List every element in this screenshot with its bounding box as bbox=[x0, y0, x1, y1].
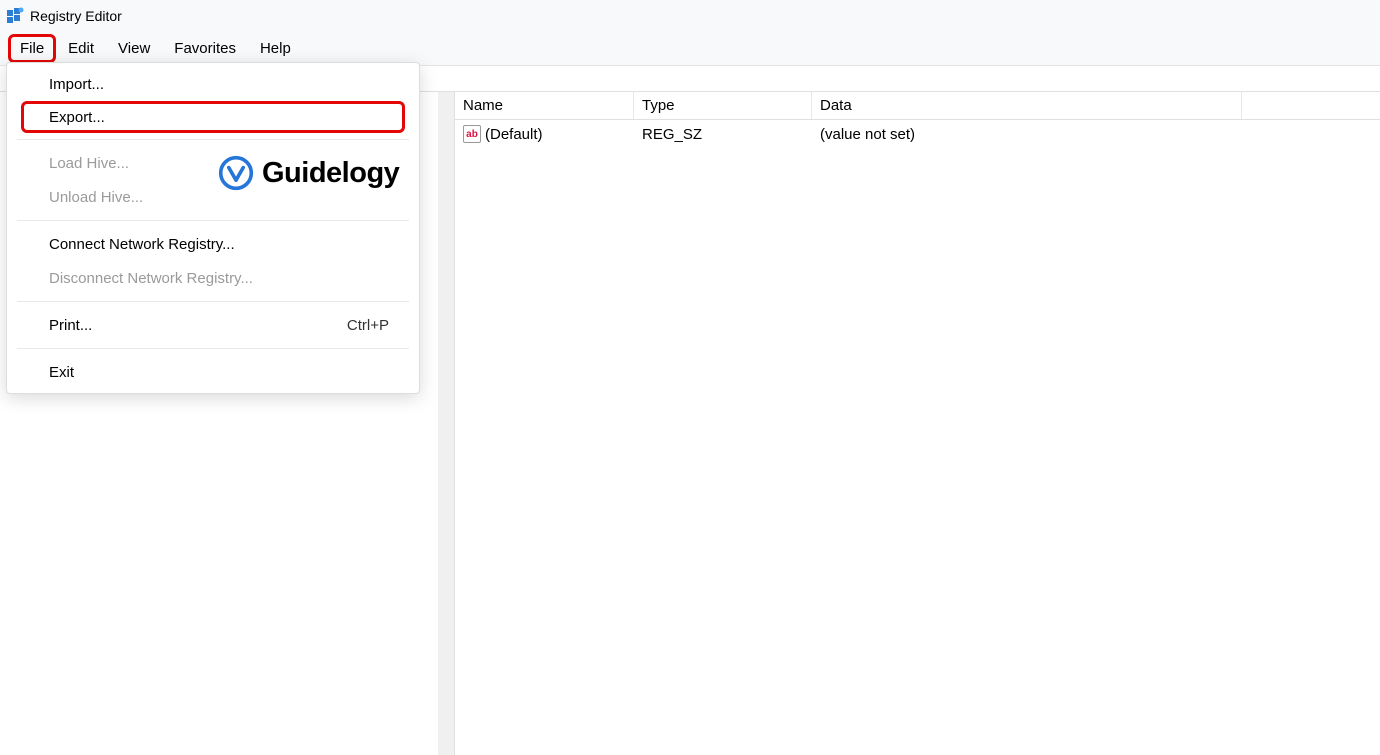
list-header: Name Type Data bbox=[455, 92, 1380, 120]
menu-item-unload-hive: Unload Hive... bbox=[7, 180, 419, 214]
cell-data: (value not set) bbox=[812, 120, 1242, 148]
menu-help[interactable]: Help bbox=[248, 34, 303, 63]
menu-separator bbox=[17, 348, 409, 349]
menu-item-load-hive: Load Hive... bbox=[7, 146, 419, 180]
list-panel: Name Type Data ab (Default) REG_SZ (valu… bbox=[455, 92, 1380, 755]
menu-separator bbox=[17, 301, 409, 302]
cell-name: ab (Default) bbox=[455, 120, 634, 148]
title-bar: Registry Editor bbox=[0, 0, 1380, 32]
app-title: Registry Editor bbox=[30, 8, 122, 24]
cell-type: REG_SZ bbox=[634, 120, 812, 148]
tree-scrollbar[interactable] bbox=[438, 92, 454, 755]
col-header-name[interactable]: Name bbox=[455, 92, 634, 119]
menu-item-export[interactable]: Export... bbox=[21, 101, 405, 133]
print-shortcut: Ctrl+P bbox=[347, 317, 389, 334]
menu-separator bbox=[17, 139, 409, 140]
cell-name-text: (Default) bbox=[485, 126, 543, 143]
menu-item-import[interactable]: Import... bbox=[7, 67, 419, 101]
menu-file[interactable]: File bbox=[8, 34, 56, 63]
regedit-icon bbox=[6, 7, 24, 25]
menu-item-disconnect: Disconnect Network Registry... bbox=[7, 261, 419, 295]
menu-favorites[interactable]: Favorites bbox=[162, 34, 248, 63]
string-value-icon: ab bbox=[463, 125, 481, 143]
col-header-data[interactable]: Data bbox=[812, 92, 1242, 119]
menu-bar: File Edit View Favorites Help bbox=[0, 32, 1380, 66]
menu-item-print[interactable]: Print... Ctrl+P bbox=[7, 308, 419, 342]
menu-separator bbox=[17, 220, 409, 221]
menu-item-exit[interactable]: Exit bbox=[7, 355, 419, 389]
table-row[interactable]: ab (Default) REG_SZ (value not set) bbox=[455, 120, 1380, 148]
menu-edit[interactable]: Edit bbox=[56, 34, 106, 63]
col-header-type[interactable]: Type bbox=[634, 92, 812, 119]
file-dropdown-menu: Import... Export... Load Hive... Unload … bbox=[6, 62, 420, 394]
menu-view[interactable]: View bbox=[106, 34, 162, 63]
menu-item-connect[interactable]: Connect Network Registry... bbox=[7, 227, 419, 261]
